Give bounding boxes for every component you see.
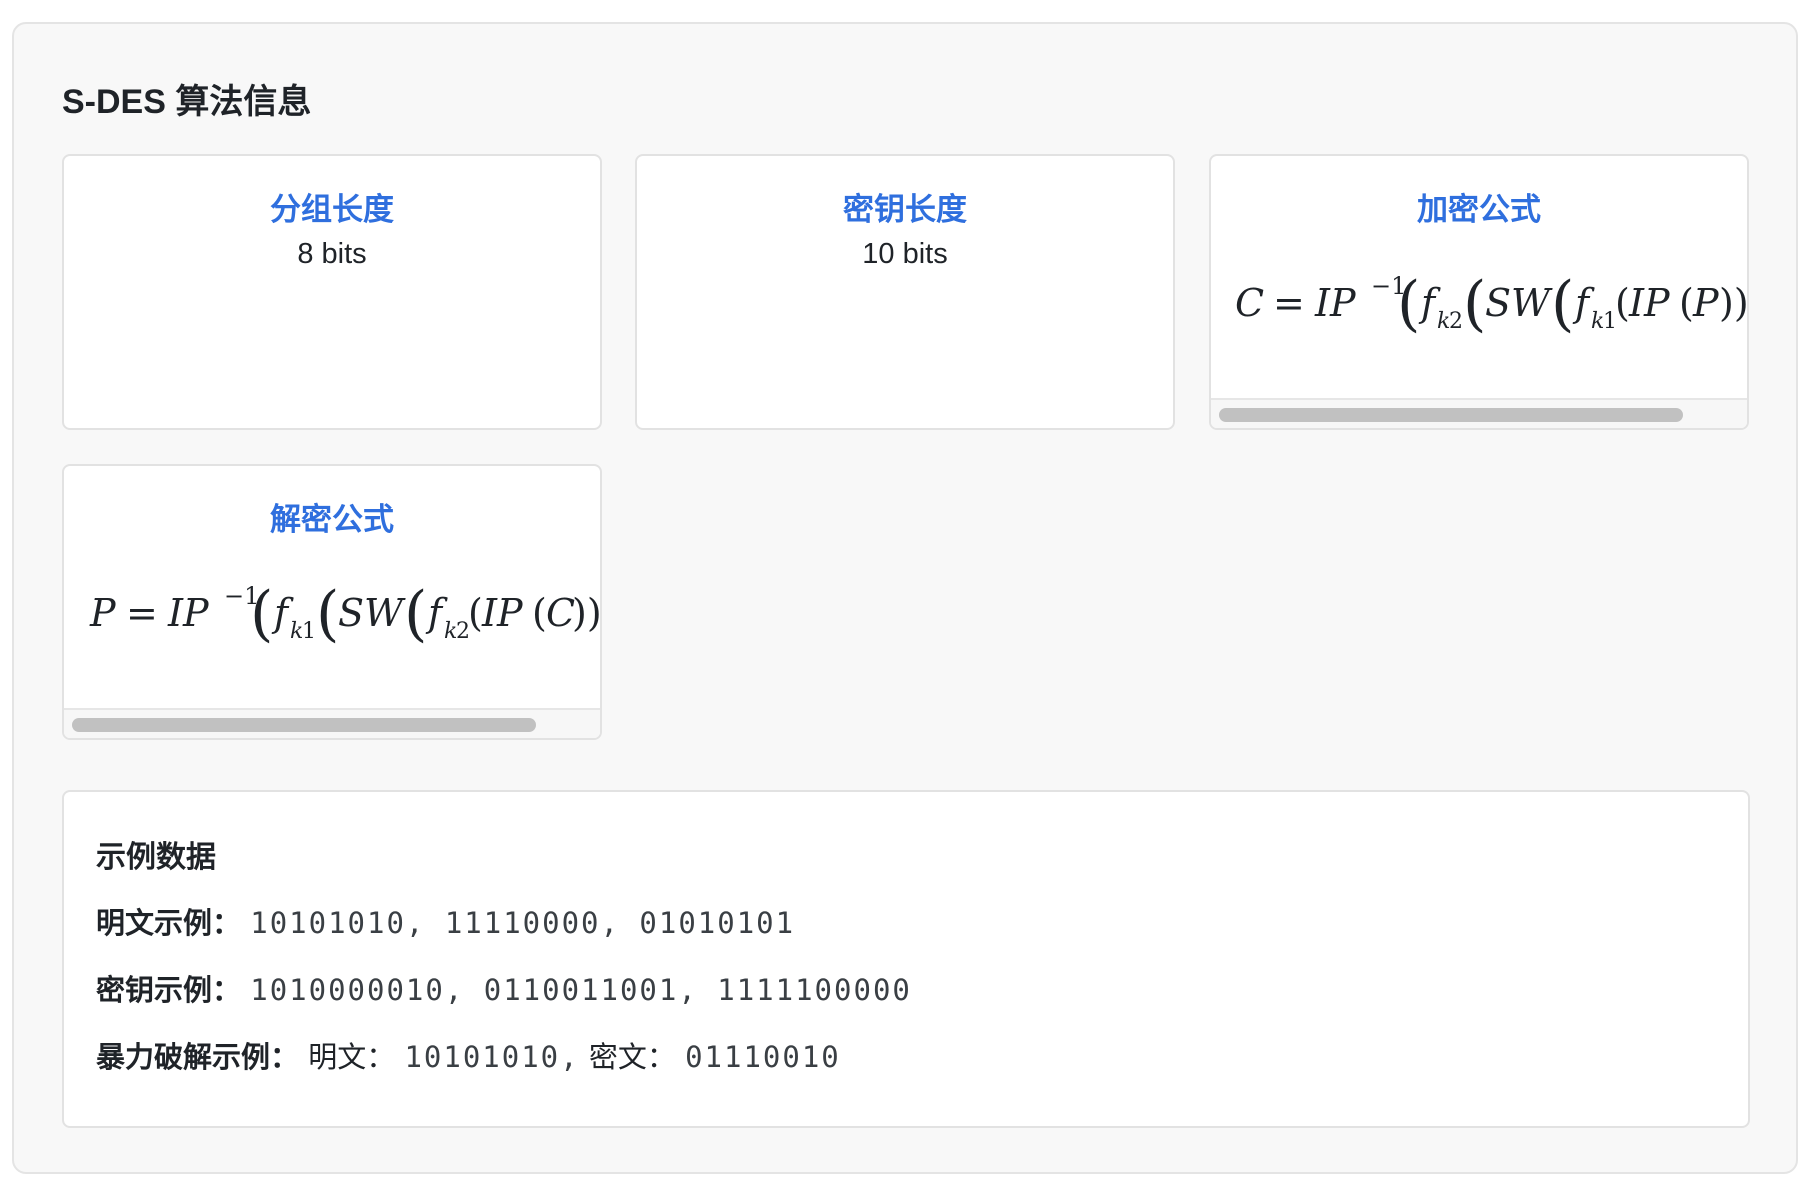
formula-paren: ( bbox=[404, 579, 427, 649]
section-title: S-DES 算法信息 bbox=[62, 83, 312, 121]
formula-paren: ( bbox=[1397, 269, 1420, 339]
formula-ip: IP bbox=[481, 591, 524, 635]
decrypt-formula-card: 解密公式 P = IP −1 ( f k 1 ( SW ( f k 2 ( IP… bbox=[62, 464, 602, 740]
formula-paren: ( bbox=[1463, 269, 1486, 339]
formula-lhs: C bbox=[1235, 281, 1264, 325]
formula-ip-inverse: IP bbox=[1314, 281, 1357, 325]
bruteforce-example-row: 暴力破解示例： 明文： 10101010, 密文： 01110010 bbox=[96, 1034, 841, 1076]
formula-paren: ( bbox=[1615, 281, 1630, 325]
plaintext-example-values: 10101010, 11110000, 01010101 bbox=[250, 906, 796, 940]
formula-paren: ( bbox=[532, 591, 547, 635]
encrypt-formula-card: 加密公式 C = IP −1 ( f k 2 ( SW ( f k 1 ( IP… bbox=[1209, 154, 1749, 430]
key-example-label: 密钥示例： bbox=[96, 973, 242, 1007]
formula-subscript-num: 1 bbox=[302, 619, 316, 644]
formula-paren: ( bbox=[250, 579, 273, 649]
encrypt-formula: C = IP −1 ( f k 2 ( SW ( f k 1 ( IP ( P … bbox=[1235, 269, 1747, 339]
formula-sw: SW bbox=[338, 591, 406, 635]
plaintext-example-label: 明文示例： bbox=[96, 906, 242, 940]
decrypt-formula-scrollbar[interactable] bbox=[64, 708, 600, 738]
key-length-title: 密钥长度 bbox=[843, 192, 967, 228]
encrypt-formula-scrollbar[interactable] bbox=[1211, 398, 1747, 428]
scrollbar-thumb[interactable] bbox=[1219, 408, 1683, 422]
formula-paren: ( bbox=[1551, 269, 1574, 339]
formula-subscript-num: 2 bbox=[1449, 309, 1463, 334]
bruteforce-plain-value: 10101010, bbox=[404, 1040, 580, 1074]
block-length-title: 分组长度 bbox=[270, 192, 394, 228]
formula-lhs: P bbox=[89, 591, 117, 635]
bruteforce-plain-label: 明文： bbox=[308, 1040, 396, 1074]
formula-paren: ( bbox=[316, 579, 339, 649]
formula-equals: = bbox=[126, 591, 158, 635]
decrypt-formula-scroll-area[interactable]: P = IP −1 ( f k 1 ( SW ( f k 2 ( IP ( C … bbox=[64, 578, 600, 688]
formula-paren: )) bbox=[572, 591, 600, 635]
formula-ip: IP bbox=[1628, 281, 1671, 325]
encrypt-formula-scroll-area[interactable]: C = IP −1 ( f k 2 ( SW ( f k 1 ( IP ( P … bbox=[1211, 268, 1747, 378]
key-length-card: 密钥长度 10 bits bbox=[635, 154, 1175, 430]
block-length-value: 8 bits bbox=[297, 238, 367, 270]
formula-sw: SW bbox=[1485, 281, 1553, 325]
bruteforce-cipher-value: 01110010 bbox=[685, 1040, 841, 1074]
formula-arg: C bbox=[546, 591, 575, 635]
formula-paren: ( bbox=[1679, 281, 1694, 325]
decrypt-formula-title: 解密公式 bbox=[270, 502, 394, 538]
formula-ip-inverse: IP bbox=[167, 591, 210, 635]
key-example-row: 密钥示例： 1010000010, 0110011001, 1111100000 bbox=[96, 967, 912, 1009]
formula-equals: = bbox=[1273, 281, 1305, 325]
scrollbar-thumb[interactable] bbox=[72, 718, 536, 732]
decrypt-formula: P = IP −1 ( f k 1 ( SW ( f k 2 ( IP ( C … bbox=[89, 579, 600, 649]
formula-paren: )) bbox=[1719, 281, 1747, 325]
algorithm-info-panel: S-DES 算法信息 分组长度 8 bits 密钥长度 10 bits 加密公式… bbox=[12, 22, 1798, 1174]
plaintext-example-row: 明文示例： 10101010, 11110000, 01010101 bbox=[96, 900, 795, 942]
example-data-card: 示例数据 明文示例： 10101010, 11110000, 01010101 … bbox=[62, 790, 1750, 1128]
bruteforce-cipher-label: 密文： bbox=[588, 1040, 676, 1074]
example-data-title: 示例数据 bbox=[96, 840, 216, 875]
key-length-value: 10 bits bbox=[862, 238, 948, 270]
key-example-values: 1010000010, 0110011001, 1111100000 bbox=[250, 973, 912, 1007]
formula-paren: ( bbox=[468, 591, 483, 635]
bruteforce-example-label: 暴力破解示例： bbox=[96, 1040, 300, 1074]
block-length-card: 分组长度 8 bits bbox=[62, 154, 602, 430]
encrypt-formula-title: 加密公式 bbox=[1417, 192, 1541, 228]
formula-arg: P bbox=[1692, 281, 1720, 325]
